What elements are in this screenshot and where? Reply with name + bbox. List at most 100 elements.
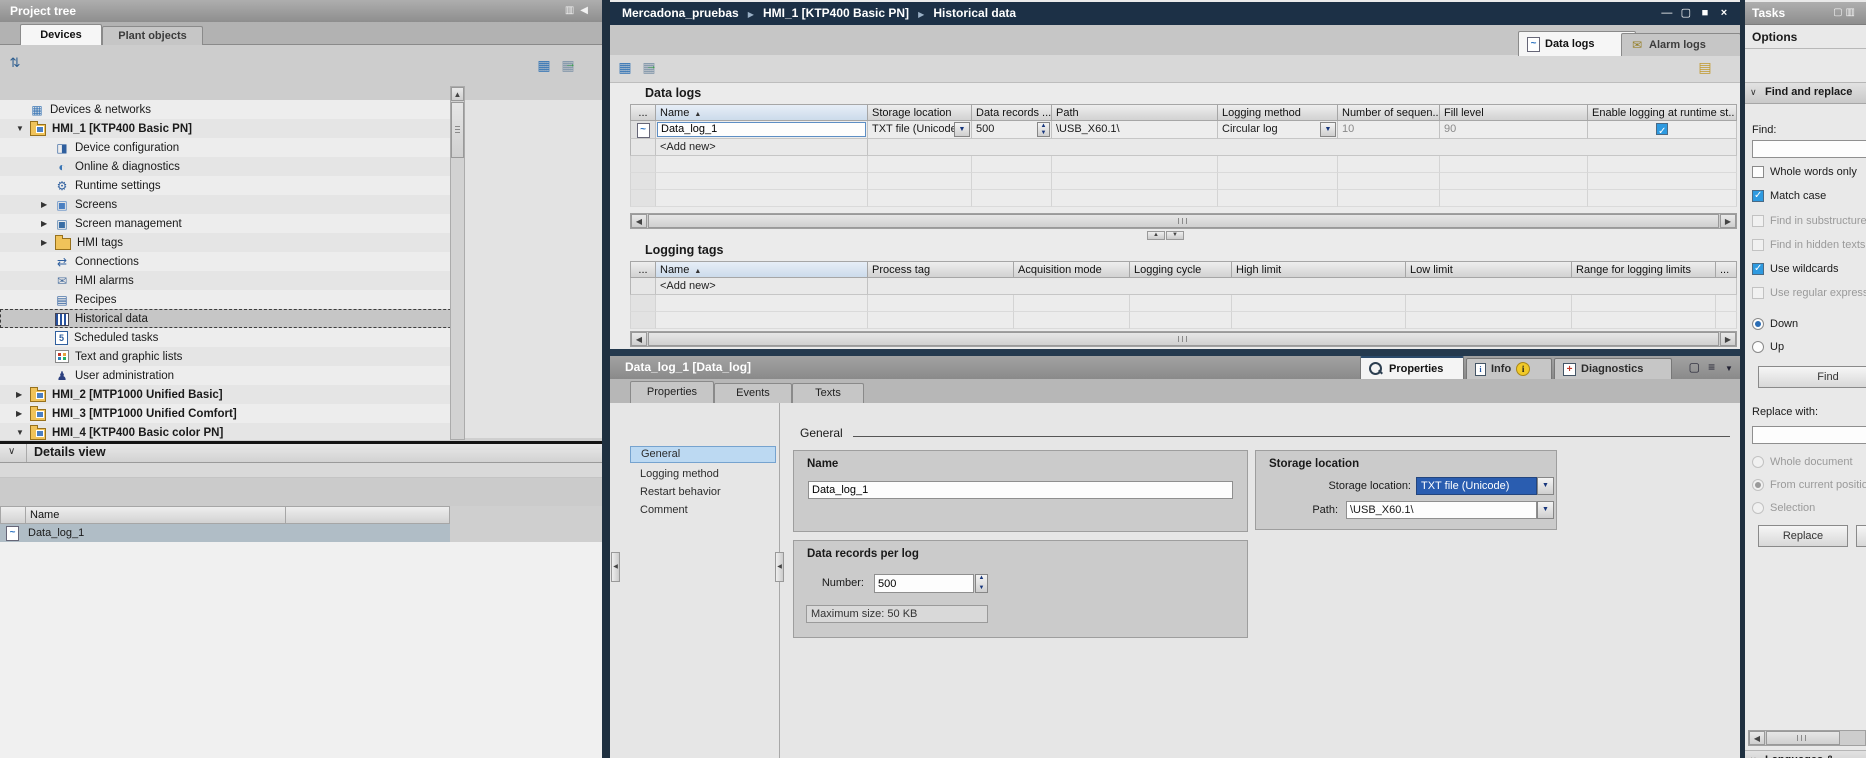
column-name[interactable]: Name▲ — [656, 261, 868, 278]
radio-down[interactable]: Down — [1752, 318, 1798, 330]
checkbox-icon[interactable] — [1752, 166, 1764, 178]
checkbox-use-regular-expressions[interactable]: Use regular expressions — [1752, 287, 1866, 299]
number-of-sequences-cell[interactable]: 10 — [1338, 121, 1440, 139]
data-logs-add-new-row[interactable]: <Add new> — [630, 139, 1737, 156]
tab-devices[interactable]: Devices — [20, 24, 102, 45]
collapse-inspector-icon[interactable]: ▼ — [1722, 357, 1736, 380]
checkbox-find-in-hidden-texts[interactable]: Find in hidden texts — [1752, 239, 1865, 251]
splitter-left-icon[interactable]: ◀ — [775, 552, 784, 582]
column-acquisition-mode[interactable]: Acquisition mode — [1014, 261, 1130, 278]
float-panel-icon[interactable]: ▥ — [565, 5, 580, 16]
expander-collapsed-icon[interactable]: ▶ — [16, 390, 30, 399]
column-logging-method[interactable]: Logging method — [1218, 104, 1338, 121]
tree-scrollbar-thumb[interactable] — [451, 102, 464, 158]
checkbox-icon[interactable] — [1752, 263, 1764, 275]
table-view-icon[interactable]: ▦ — [618, 60, 632, 74]
tab-diagnostics[interactable]: Diagnostics — [1554, 358, 1672, 379]
tree-item-user-administration[interactable]: ♟User administration — [0, 366, 450, 385]
spinner-icon[interactable]: ▲▼ — [1037, 122, 1050, 137]
tree-item-historical-data[interactable]: Historical data — [0, 309, 450, 328]
scroll-right-icon[interactable]: ▶ — [1720, 214, 1736, 228]
editor-layout-icon[interactable]: ▤ — [1698, 60, 1712, 74]
find-button[interactable]: Find — [1758, 366, 1866, 388]
scroll-up-icon[interactable]: ▲ — [451, 87, 464, 101]
checkbox-find-in-substructures[interactable]: Find in substructures — [1752, 215, 1866, 227]
expander-expanded-icon[interactable]: ▼ — [16, 124, 30, 133]
tree-item-hmi-3-mtp1000-unified-comfort[interactable]: ▶HMI_3 [MTP1000 Unified Comfort] — [0, 404, 450, 423]
data-logs-row[interactable]: TXT file (Unicode) ▼ 500 ▲▼ \USB_X60.1\ … — [630, 121, 1737, 139]
dropdown-icon[interactable]: ▼ — [954, 122, 970, 137]
radio-up[interactable]: Up — [1752, 341, 1784, 353]
tree-item-hmi-alarms[interactable]: ✉HMI alarms — [0, 271, 450, 290]
find-replace-header[interactable]: ∨ Find and replace — [1745, 82, 1866, 104]
column-logging-cycle[interactable]: Logging cycle — [1130, 261, 1232, 278]
column-number-of-sequen[interactable]: Number of sequen... — [1338, 104, 1440, 121]
dock-panel-icon[interactable]: ▥ — [1846, 7, 1858, 18]
scroll-left-icon[interactable]: ◀ — [1749, 731, 1765, 745]
storage-location-cell[interactable]: TXT file (Unicode) ▼ — [868, 121, 972, 139]
splitter-left-icon[interactable]: ◀ — [611, 552, 620, 582]
storage-location-select[interactable]: TXT file (Unicode) — [1416, 477, 1537, 495]
logging-tags-add-new-row[interactable]: <Add new> — [630, 278, 1737, 295]
scrollbar-thumb[interactable] — [648, 214, 1719, 228]
splitter-down-icon[interactable]: ▼ — [1166, 231, 1184, 240]
tab-info[interactable]: Info — [1466, 358, 1552, 379]
tree-item-connections[interactable]: ⇄Connections — [0, 252, 450, 271]
expander-collapsed-icon[interactable]: ▶ — [41, 200, 55, 209]
languages-section-clipped[interactable]: ∨ Languages & ... — [1745, 750, 1866, 758]
expander-collapsed-icon[interactable]: ▶ — [41, 238, 55, 247]
maximize-icon[interactable]: ■ — [1697, 2, 1713, 25]
column-low-limit[interactable]: Low limit — [1406, 261, 1572, 278]
dropdown-icon[interactable]: ▼ — [1320, 122, 1336, 137]
tree-item-screen-management[interactable]: ▶▣Screen management — [0, 214, 450, 233]
tree-item-runtime-settings[interactable]: ⚙Runtime settings — [0, 176, 450, 195]
tree-item-online-diagnostics[interactable]: ◐Online & diagnostics — [0, 157, 450, 176]
column-path[interactable]: Path — [1052, 104, 1218, 121]
column-range-for-logging-limits[interactable]: Range for logging limits — [1572, 261, 1716, 278]
tree-item-hmi-1-ktp400-basic-pn[interactable]: ▼HMI_1 [KTP400 Basic PN] — [0, 119, 450, 138]
checkbox-use-wildcards[interactable]: Use wildcards — [1752, 263, 1838, 275]
enable-logging-checkbox[interactable] — [1656, 123, 1668, 135]
chevron-down-icon[interactable]: ∨ — [8, 446, 15, 457]
tree-item-hmi-tags[interactable]: ▶HMI tags — [0, 233, 450, 252]
scroll-left-icon[interactable]: ◀ — [631, 332, 647, 346]
checkbox-icon[interactable] — [1752, 190, 1764, 202]
tree-scrollbar[interactable]: ▲ — [450, 86, 465, 440]
data-records-cell[interactable]: 500 ▲▼ — [972, 121, 1052, 139]
export-icon[interactable]: ▦→ — [642, 60, 656, 74]
details-row-data-log-1[interactable]: Data_log_1 — [0, 524, 450, 542]
nav-item-comment[interactable]: Comment — [630, 502, 776, 519]
float-panel-icon[interactable]: ▢ — [1833, 7, 1845, 18]
details-column-name[interactable]: Name — [26, 506, 286, 524]
column-enable-logging-at-runtime-st[interactable]: Enable logging at runtime st.. — [1588, 104, 1737, 121]
radio-icon[interactable] — [1752, 479, 1764, 491]
column-selector[interactable]: ... — [1716, 261, 1737, 278]
tree-item-screens[interactable]: ▶▣Screens — [0, 195, 450, 214]
radio-icon[interactable] — [1752, 341, 1764, 353]
nav-item-restart-behavior[interactable]: Restart behavior — [630, 484, 776, 501]
logging-tags-hscrollbar[interactable]: ◀ ▶ — [630, 331, 1737, 347]
checkbox-icon[interactable] — [1752, 239, 1764, 251]
tab-texts[interactable]: Texts — [792, 383, 864, 404]
splitter-up-icon[interactable]: ▲ — [1147, 231, 1165, 240]
tab-properties-main[interactable]: Properties — [1360, 356, 1464, 379]
close-icon[interactable]: × — [1716, 2, 1732, 25]
panel-divider[interactable] — [602, 0, 610, 758]
logging-method-cell[interactable]: Circular log ▼ — [1218, 121, 1338, 139]
enable-logging-cell[interactable] — [1588, 121, 1737, 139]
checkbox-icon[interactable] — [1752, 287, 1764, 299]
radio-selection[interactable]: Selection — [1752, 502, 1815, 514]
breadcrumb-page[interactable]: Historical data — [933, 6, 1016, 20]
nav-item-logging-method[interactable]: Logging method — [630, 466, 776, 483]
fill-level-cell[interactable]: 90 — [1440, 121, 1588, 139]
tree-item-device-configuration[interactable]: ◨Device configuration — [0, 138, 450, 157]
breadcrumb-device[interactable]: HMI_1 [KTP400 Basic PN] — [763, 6, 909, 20]
number-spinner-icon[interactable]: ▲▼ — [975, 574, 988, 593]
nav-item-general[interactable]: General — [630, 446, 776, 463]
open-editor-icon[interactable]: ▦→ — [561, 58, 575, 72]
checkbox-icon[interactable] — [1752, 215, 1764, 227]
restore-icon[interactable]: ▢ — [1678, 2, 1694, 25]
radio-whole-document[interactable]: Whole document — [1752, 456, 1853, 468]
radio-icon[interactable] — [1752, 456, 1764, 468]
column-fill-level[interactable]: Fill level — [1440, 104, 1588, 121]
